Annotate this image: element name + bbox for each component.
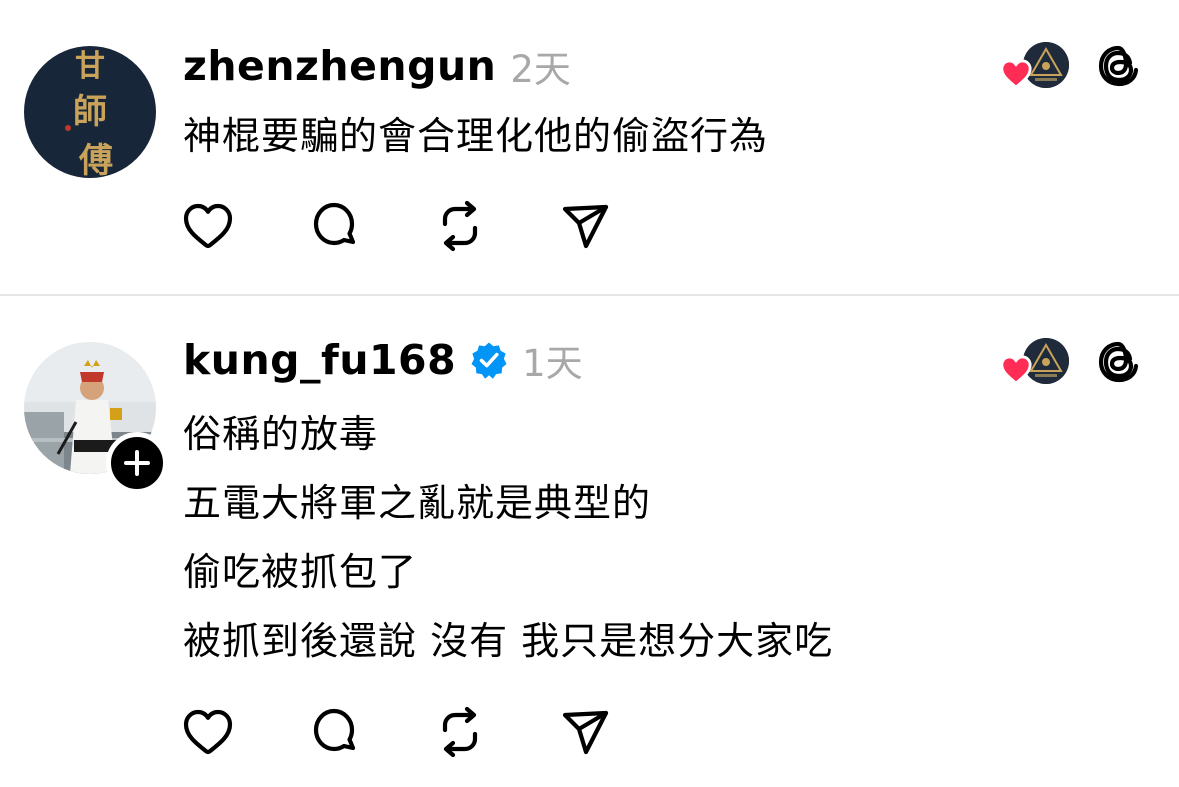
- username[interactable]: zhenzhengun: [183, 42, 496, 90]
- heart-filled-icon: [1000, 355, 1032, 384]
- post-meta-icons: [999, 336, 1143, 388]
- send-icon: [562, 710, 609, 755]
- post-text-line: 五電大將軍之亂就是典型的: [183, 481, 652, 525]
- speech-bubble-icon: [313, 708, 356, 752]
- liked-by-indicator[interactable]: [999, 336, 1069, 388]
- speech-bubble-icon: [313, 202, 356, 246]
- avatar-calligraphy-1: 甘: [75, 49, 105, 84]
- like-button[interactable]: [178, 196, 238, 256]
- avatar-calligraphy-2: 師: [73, 92, 107, 132]
- post-text-line: 偷吃被抓包了: [183, 550, 418, 594]
- post-text-line: 俗稱的放毒: [183, 412, 379, 456]
- post-body: 神棍要騙的會合理化他的偷盜行為: [183, 110, 1063, 162]
- username[interactable]: kung_fu168: [183, 336, 456, 384]
- post-meta-icons: [999, 40, 1143, 92]
- heart-outline-icon: [183, 709, 233, 755]
- repost-icon: [442, 706, 478, 758]
- share-button[interactable]: [556, 196, 616, 256]
- follow-button[interactable]: [106, 432, 168, 494]
- send-icon: [562, 204, 609, 249]
- repost-icon: [442, 200, 478, 252]
- repost-button[interactable]: [430, 196, 490, 256]
- post-header: zhenzhengun 2天: [183, 40, 571, 92]
- share-button[interactable]: [556, 702, 616, 762]
- post-text-line: 神棍要騙的會合理化他的偷盜行為: [183, 114, 769, 158]
- avatar-image: 甘 師 傅: [24, 46, 156, 178]
- threads-logo-icon[interactable]: [1095, 40, 1143, 92]
- avatar-calligraphy-3: 傅: [78, 141, 113, 178]
- threads-logo-icon[interactable]: [1095, 336, 1143, 388]
- thread-post: kung_fu168 1天 俗稱的放毒 五電大將軍之亂就是典型的 偷吃被抓包了 …: [0, 296, 1179, 787]
- reply-button[interactable]: [304, 196, 364, 256]
- plus-icon: [124, 450, 150, 476]
- avatar[interactable]: 甘 師 傅: [24, 46, 156, 178]
- post-actions: [178, 702, 682, 762]
- post-body: 俗稱的放毒 五電大將軍之亂就是典型的 偷吃被抓包了 被抓到後還說 沒有 我只是想…: [183, 408, 1063, 684]
- verified-check-icon: [470, 341, 508, 379]
- post-text-line: 被抓到後還說 沒有 我只是想分大家吃: [183, 619, 834, 663]
- liked-by-indicator[interactable]: [999, 40, 1069, 92]
- post-header: kung_fu168 1天: [183, 334, 583, 386]
- like-button[interactable]: [178, 702, 238, 762]
- thread-post: 甘 師 傅 zhenzhengun 2天 神棍要騙的會合理化他的偷盜行為: [0, 0, 1179, 296]
- post-actions: [178, 196, 682, 256]
- repost-button[interactable]: [430, 702, 490, 762]
- heart-outline-icon: [183, 203, 233, 249]
- heart-filled-icon: [1000, 59, 1032, 88]
- timestamp: 2天: [510, 48, 571, 91]
- reply-button[interactable]: [304, 702, 364, 762]
- timestamp: 1天: [522, 342, 583, 385]
